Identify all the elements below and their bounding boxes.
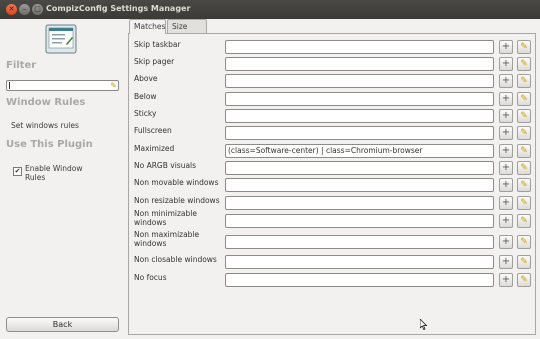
broom-icon[interactable]: ✎ (517, 57, 531, 71)
rule-row: Below + ✎ (134, 92, 534, 106)
plus-icon[interactable]: + (499, 273, 513, 287)
enable-plugin-label: Enable Window Rules (25, 164, 83, 182)
broom-icon[interactable]: ✎ (517, 144, 531, 158)
broom-icon[interactable]: ✎ (517, 92, 531, 106)
rule-row: No focus + ✎ (134, 273, 534, 287)
broom-icon[interactable]: ✎ (517, 196, 531, 210)
broom-icon[interactable]: ✎ (517, 109, 531, 123)
rule-row: No ARGB visuals + ✎ (134, 161, 534, 175)
plus-icon[interactable]: + (499, 109, 513, 123)
broom-icon[interactable]: ✎ (517, 178, 531, 192)
plus-icon[interactable]: + (499, 255, 513, 269)
plus-icon[interactable]: + (499, 126, 513, 140)
plus-icon[interactable]: + (499, 214, 513, 228)
plus-icon[interactable]: + (499, 196, 513, 210)
broom-icon[interactable]: ✎ (517, 255, 531, 269)
rule-row: Non resizable windows + ✎ (134, 196, 534, 210)
rule-row: Non maximizable windows + ✎ (134, 230, 534, 249)
use-plugin-heading: Use This Plugin (6, 139, 93, 150)
rule-label: No focus (134, 273, 167, 282)
rule-match-input[interactable] (225, 74, 494, 88)
plus-icon[interactable]: + (499, 235, 513, 249)
rule-row: Skip pager + ✎ (134, 57, 534, 71)
rule-label: Non minimizable windows (134, 209, 197, 227)
rule-label: Maximized (134, 144, 175, 153)
rule-match-input[interactable] (225, 178, 494, 192)
rule-match-input[interactable] (225, 57, 494, 71)
rule-row: Sticky + ✎ (134, 109, 534, 123)
broom-icon[interactable]: ✎ (110, 81, 117, 90)
filter-input[interactable]: ✎ (6, 80, 119, 91)
rule-label: Below (134, 92, 157, 101)
rule-label: Skip taskbar (134, 40, 181, 49)
back-button[interactable]: Back (6, 317, 119, 332)
rule-row: Non minimizable windows + ✎ (134, 209, 534, 228)
rule-label: Sticky (134, 109, 157, 118)
enable-plugin-checkbox[interactable]: ✔ (13, 167, 22, 176)
rule-match-input[interactable] (225, 273, 494, 287)
rule-match-input[interactable]: (class=Software-center) | class=Chromium… (225, 144, 494, 158)
broom-icon[interactable]: ✎ (517, 214, 531, 228)
plus-icon[interactable]: + (499, 74, 513, 88)
rule-label: Non movable windows (134, 178, 219, 187)
mouse-cursor-icon (420, 319, 428, 330)
rule-match-input[interactable] (225, 92, 494, 106)
rule-match-input[interactable] (225, 196, 494, 210)
minimize-icon[interactable]: – (19, 4, 30, 15)
rule-match-input[interactable] (225, 109, 494, 123)
plus-icon[interactable]: + (499, 57, 513, 71)
rule-row: Non movable windows + ✎ (134, 178, 534, 192)
plus-icon[interactable]: + (499, 178, 513, 192)
rule-row: Above + ✎ (134, 74, 534, 88)
plus-icon[interactable]: + (499, 40, 513, 54)
broom-icon[interactable]: ✎ (517, 235, 531, 249)
plus-icon[interactable]: + (499, 161, 513, 175)
close-icon[interactable]: ✕ (6, 4, 17, 15)
broom-icon[interactable]: ✎ (517, 273, 531, 287)
rule-label: Skip pager (134, 57, 175, 66)
rule-match-input[interactable] (225, 126, 494, 140)
rule-match-input[interactable] (225, 161, 494, 175)
rule-label: Non closable windows (134, 255, 217, 264)
rule-row: Skip taskbar + ✎ (134, 40, 534, 54)
window-title: CompizConfig Settings Manager (46, 4, 191, 13)
rule-match-input[interactable] (225, 40, 494, 54)
tab-size-rules[interactable]: Size rules (167, 19, 207, 44)
rule-row: Fullscreen + ✎ (134, 126, 534, 140)
rule-match-input[interactable] (225, 235, 494, 249)
filter-heading: Filter (6, 60, 37, 71)
broom-icon[interactable]: ✎ (517, 40, 531, 54)
section-heading: Window Rules (6, 97, 86, 108)
maximize-icon[interactable]: □ (32, 4, 43, 15)
broom-icon[interactable]: ✎ (517, 126, 531, 140)
broom-icon[interactable]: ✎ (517, 161, 531, 175)
plugin-description: Set windows rules (11, 121, 79, 130)
rule-label: Non maximizable windows (134, 230, 200, 248)
rule-row: Non closable windows + ✎ (134, 255, 534, 269)
plus-icon[interactable]: + (499, 92, 513, 106)
window-rules-plugin-icon (45, 24, 77, 54)
rule-match-input[interactable] (225, 255, 494, 269)
title-bar: ✕ – □ CompizConfig Settings Manager (0, 0, 540, 19)
rule-label: No ARGB visuals (134, 161, 197, 170)
rule-label: Fullscreen (134, 126, 172, 135)
rule-label: Non resizable windows (134, 196, 220, 205)
rule-label: Above (134, 74, 158, 83)
text-caret (9, 82, 10, 89)
sidebar: Filter ✎ Window Rules Set windows rules … (0, 19, 126, 339)
rule-match-input[interactable] (225, 214, 494, 228)
rule-row: Maximized (class=Software-center) | class… (134, 144, 534, 158)
broom-icon[interactable]: ✎ (517, 74, 531, 88)
plus-icon[interactable]: + (499, 144, 513, 158)
tab-matches[interactable]: Matches (129, 19, 166, 34)
